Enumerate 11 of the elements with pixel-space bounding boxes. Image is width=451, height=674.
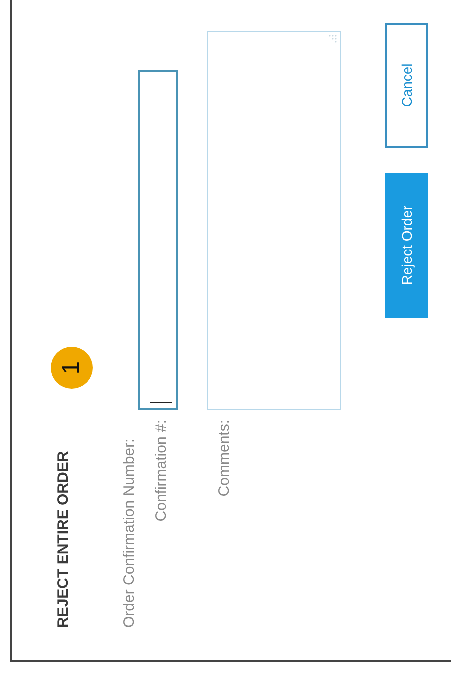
step-badge: 1 [51, 347, 93, 389]
confirmation-field[interactable] [138, 70, 178, 410]
reject-order-button[interactable]: Reject Order [385, 173, 428, 318]
section-label: Order Confirmation Number: [120, 438, 139, 628]
field-label: Comments: [215, 420, 234, 497]
dialog-title: REJECT ENTIRE ORDER [54, 451, 73, 628]
field-label: Confirmation #: [152, 420, 171, 522]
comments-field[interactable] [207, 31, 341, 410]
cancel-button[interactable]: Cancel [385, 23, 428, 148]
text-cursor [150, 402, 172, 403]
resize-grip-icon[interactable] [329, 35, 337, 43]
